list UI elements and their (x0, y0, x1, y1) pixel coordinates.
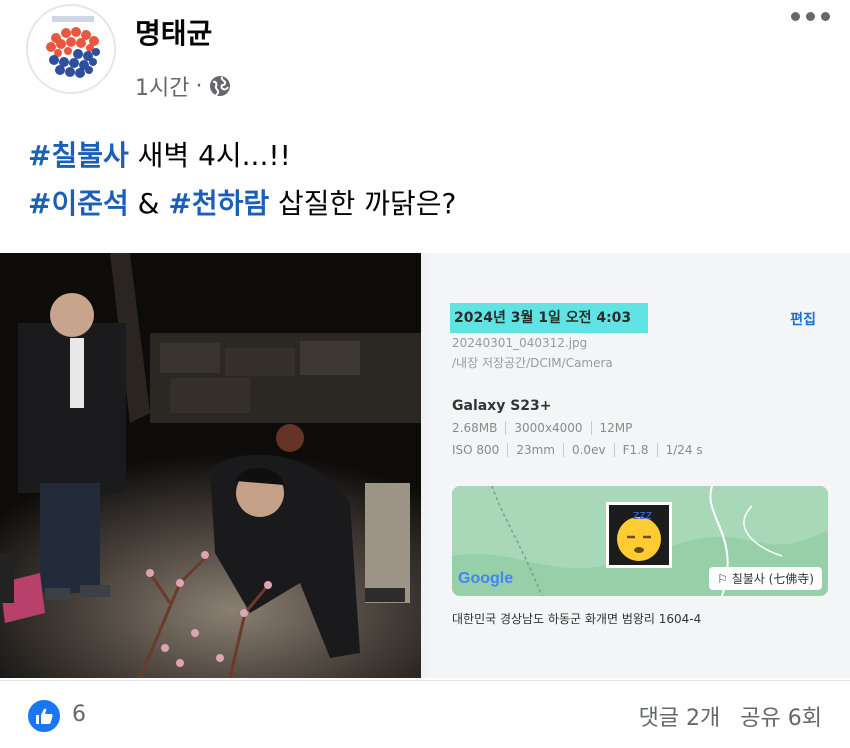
hashtag-leejunseok[interactable]: #이준석 (28, 187, 129, 220)
specs-row-2: ISO 800 23mm 0.0ev F1.8 1/24 s (452, 443, 711, 457)
ampersand: & (128, 187, 169, 220)
edit-button[interactable]: 편집 (790, 309, 816, 329)
photo-file-info: 20240301_040312.jpg /내장 저장공간/DCIM/Camera (452, 333, 613, 373)
camera-model: Galaxy S23+ (452, 398, 552, 414)
post-footer: 6 댓글 2개 공유 6회 (0, 690, 850, 740)
location-map[interactable]: zzz Google ⚐ 칠불사 (七佛寺) (452, 486, 828, 596)
spec-focal: 23mm (507, 443, 563, 457)
place-label: 칠불사 (七佛寺) (731, 572, 814, 586)
post-header: 명태균 1시간 · (0, 0, 850, 110)
thumbs-up-icon[interactable] (26, 698, 62, 734)
night-photo[interactable] (0, 253, 421, 678)
globe-icon[interactable] (208, 74, 232, 98)
spec-resolution: 3000x4000 (505, 421, 590, 435)
footer-divider (0, 680, 850, 681)
photo-thumbnail: zzz (606, 502, 672, 568)
sleep-zzz-icon: zzz (633, 508, 652, 522)
hashtag-cheonharam[interactable]: #천하람 (168, 187, 269, 220)
spec-iso: ISO 800 (452, 443, 500, 457)
post-meta: 1시간 · (135, 70, 232, 102)
spec-shutter: 1/24 s (656, 443, 711, 457)
author-name[interactable]: 명태균 (135, 12, 212, 52)
share-count[interactable]: 공유 6회 (740, 700, 822, 732)
like-count[interactable]: 6 (72, 702, 86, 727)
post-line-1: #칠불사 새벽 4시...!! (28, 132, 456, 180)
place-chip[interactable]: ⚐ 칠불사 (七佛寺) (709, 567, 822, 590)
meta-separator: · (195, 73, 203, 99)
photo-details-panel: 2024년 3월 1일 오전 4:03 편집 20240301_040312.j… (428, 253, 850, 678)
avatar-logo-image (29, 7, 114, 92)
photo-filename: 20240301_040312.jpg (452, 336, 588, 350)
post-time[interactable]: 1시간 (135, 70, 189, 102)
avatar[interactable] (26, 4, 116, 94)
post-line-1-text: 새벽 4시...!! (128, 139, 291, 172)
post-line-2-text: 삽질한 까닭은? (269, 187, 457, 220)
photo-address: 대한민국 경상남도 하동군 화개면 범왕리 1604-4 (452, 612, 702, 626)
google-logo-text: Google (458, 570, 514, 587)
spec-aperture: F1.8 (613, 443, 657, 457)
comment-count[interactable]: 댓글 2개 (639, 700, 721, 732)
hashtag-chilbulsa[interactable]: #칠불사 (28, 139, 129, 172)
spec-megapixels: 12MP (590, 421, 641, 435)
flag-icon: ⚐ (717, 572, 732, 586)
spec-ev: 0.0ev (562, 443, 614, 457)
specs-row-1: 2.68MB 3000x4000 12MP (452, 421, 640, 435)
google-logo: Google (458, 570, 513, 588)
post-text: #칠불사 새벽 4시...!! #이준석 & #천하람 삽질한 까닭은? (28, 132, 456, 228)
photo-path: /내장 저장공간/DCIM/Camera (452, 356, 613, 370)
more-horizontal-icon[interactable] (791, 12, 830, 21)
post-stats: 댓글 2개 공유 6회 (639, 700, 822, 732)
spec-size: 2.68MB (452, 421, 498, 435)
post-line-2: #이준석 & #천하람 삽질한 까닭은? (28, 180, 456, 228)
photo-date: 2024년 3월 1일 오전 4:03 (450, 303, 648, 333)
post-media: 2024년 3월 1일 오전 4:03 편집 20240301_040312.j… (0, 253, 850, 678)
